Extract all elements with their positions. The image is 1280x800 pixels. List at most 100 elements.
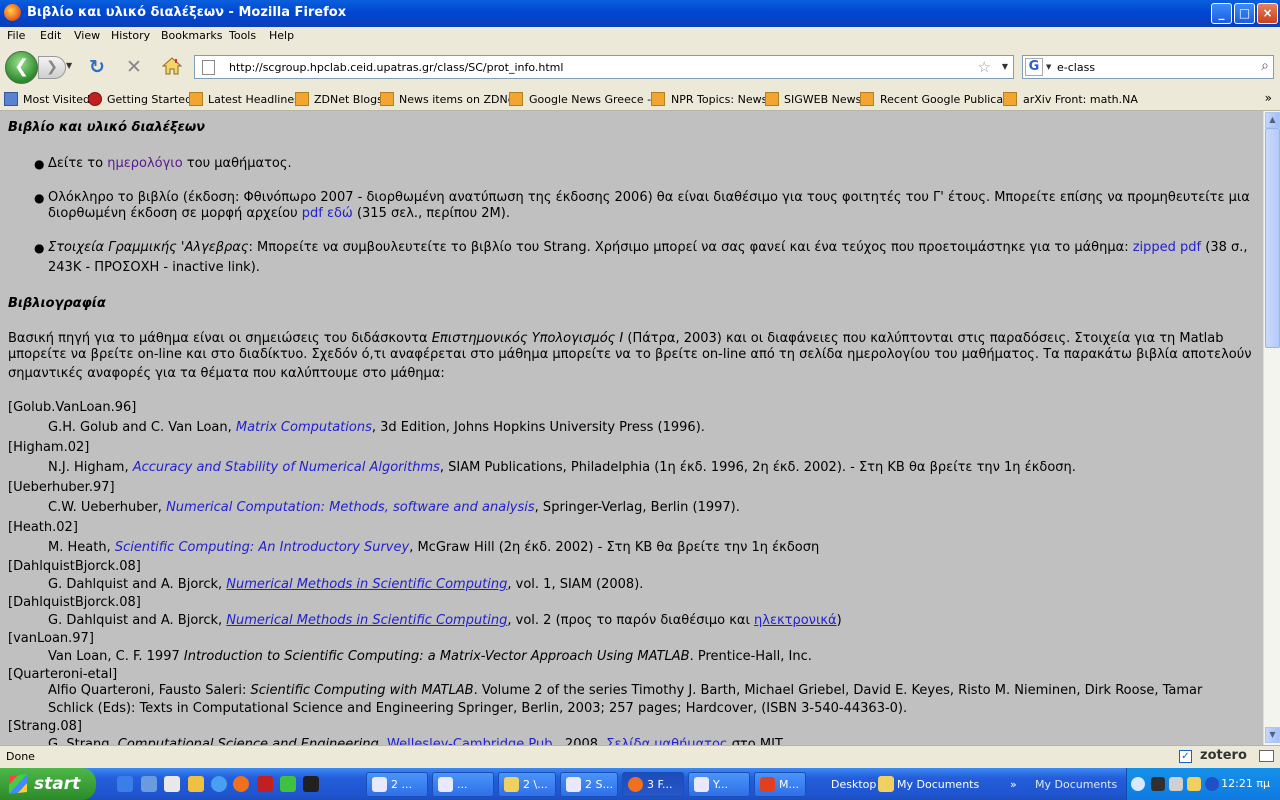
url-dropdown-icon[interactable]: ▼ [1002, 62, 1008, 71]
search-bar[interactable]: G ▼ e-class ⌕ [1022, 55, 1274, 79]
menu-tools[interactable]: Tools [229, 29, 256, 42]
search-text[interactable]: e-class [1057, 61, 1095, 74]
tray-icon[interactable] [1169, 777, 1183, 791]
scroll-thumb[interactable] [1265, 128, 1280, 348]
media-player-icon[interactable] [211, 776, 227, 792]
quicklaunch-icon[interactable] [164, 776, 180, 792]
ref-link[interactable]: Numerical Computation: Methods, software… [166, 500, 535, 515]
my-documents-toolbar-2[interactable]: My Documents [1035, 778, 1117, 791]
home-icon[interactable] [162, 57, 182, 75]
bookmark-most-visited[interactable]: Most Visited [23, 93, 90, 106]
url-bar[interactable]: http://scgroup.hpclab.ceid.upatras.gr/cl… [194, 55, 1014, 79]
zotero-button[interactable]: zotero [1200, 748, 1247, 763]
more-bookmarks-icon[interactable]: » [1265, 91, 1272, 105]
electronic-link[interactable]: ηλεκτρονικά [754, 613, 837, 628]
taskbar-group[interactable]: 2 \... [498, 772, 556, 797]
taskbar-firefox-group[interactable]: 3 F... [622, 772, 684, 797]
clock[interactable]: 12:21 πμ [1221, 777, 1270, 790]
tray-expand-icon[interactable] [1131, 777, 1145, 791]
scroll-up-icon[interactable]: ▲ [1265, 112, 1280, 128]
ref-link[interactable]: Numerical Methods in Scientific Computin… [226, 577, 507, 592]
back-button[interactable]: ❮ [5, 51, 38, 84]
menu-edit[interactable]: Edit [40, 29, 61, 42]
scroll-down-icon[interactable]: ▼ [1265, 727, 1280, 743]
start-button[interactable]: start [0, 768, 96, 800]
cmd-icon[interactable] [303, 776, 319, 792]
menu-history[interactable]: History [111, 29, 150, 42]
firefox-icon [4, 4, 21, 21]
bookmark-arxiv[interactable]: arXiv Front: math.NA [1023, 93, 1138, 106]
bookmark-google-publications[interactable]: Recent Google Publica... [880, 93, 1014, 106]
engine-dropdown-icon[interactable]: ▼ [1046, 63, 1051, 71]
bullet-book-line2: διορθωμένη έκδοση σε μορφή αρχείου pdf ε… [48, 206, 510, 221]
bookmark-getting-started[interactable]: Getting Started [107, 93, 192, 106]
ref-key: [DahlquistBjorck.08] [8, 595, 141, 610]
taskbar-item[interactable]: ... [432, 772, 494, 797]
bookmark-zdnet-blogs[interactable]: ZDNet Blogs [314, 93, 383, 106]
stop-icon[interactable]: ✕ [126, 56, 142, 78]
getting-started-icon [88, 92, 102, 106]
quicklaunch-icon[interactable] [188, 776, 204, 792]
bookmark-google-news-greece[interactable]: Google News Greece - ... [529, 93, 665, 106]
mail-icon[interactable] [1259, 750, 1274, 762]
checkbox-icon[interactable]: ✓ [1179, 750, 1192, 763]
rss-icon [189, 92, 203, 106]
search-icon[interactable]: ⌕ [1261, 58, 1269, 74]
taskbar-group[interactable]: 2 ... [366, 772, 428, 797]
google-icon[interactable]: G [1025, 58, 1043, 76]
page-icon [202, 60, 215, 75]
ref-key: [vanLoan.97] [8, 631, 94, 646]
url-text[interactable]: http://scgroup.hpclab.ceid.upatras.gr/cl… [229, 61, 563, 74]
title-bar: Βιβλίο και υλικό διαλέξεων - Mozilla Fir… [0, 0, 1280, 27]
taskbar-group[interactable]: 2 S... [560, 772, 618, 797]
close-button[interactable]: × [1257, 3, 1278, 24]
maximize-button[interactable]: □ [1234, 3, 1255, 24]
reload-icon[interactable]: ↻ [89, 56, 105, 78]
folder-icon [504, 777, 519, 792]
rss-icon [1003, 92, 1017, 106]
rss-icon [860, 92, 874, 106]
calendar-link[interactable]: ημερολόγιο [107, 156, 182, 171]
pdf-link[interactable]: pdf εδώ [302, 206, 353, 221]
bookmark-latest-headlines[interactable]: Latest Headlines [208, 93, 300, 106]
rss-icon [380, 92, 394, 106]
bookmark-zdnet-news[interactable]: News items on ZDNet [399, 93, 519, 106]
history-dropdown-icon[interactable]: ▼ [66, 61, 72, 70]
bookmark-npr-news[interactable]: NPR Topics: News [671, 93, 767, 106]
firefox-quicklaunch-icon[interactable] [233, 776, 249, 792]
ref-entry: Alfio Quarteroni, Fausto Saleri: Scienti… [48, 683, 1203, 698]
network-icon[interactable] [1151, 777, 1165, 791]
menu-file[interactable]: File [7, 29, 25, 42]
bluetooth-icon[interactable] [1205, 777, 1219, 791]
bookmark-star-icon[interactable]: ☆ [978, 58, 991, 76]
ref-entry: C.W. Ueberhuber, Numerical Computation: … [48, 500, 740, 515]
vertical-scrollbar[interactable]: ▲ ▼ [1263, 111, 1280, 745]
taskbar-item[interactable]: Y... [688, 772, 750, 797]
quicklaunch-icon[interactable] [141, 776, 157, 792]
bookmark-sigweb-news[interactable]: SIGWEB News [784, 93, 861, 106]
quicklaunch-icon[interactable] [280, 776, 296, 792]
my-documents-toolbar[interactable]: My Documents [897, 778, 979, 791]
tray-icon[interactable] [1187, 777, 1201, 791]
menu-help[interactable]: Help [269, 29, 294, 42]
forward-button[interactable]: ❯ [38, 56, 66, 79]
quicklaunch-icon[interactable] [257, 776, 273, 792]
minimize-button[interactable]: _ [1211, 3, 1232, 24]
ref-link[interactable]: Accuracy and Stability of Numerical Algo… [133, 460, 440, 475]
bullet: ● [34, 157, 45, 171]
desktop-toolbar[interactable]: Desktop [831, 778, 876, 791]
ref-link[interactable]: Scientific Computing: An Introductory Su… [115, 540, 409, 555]
ref-link[interactable]: Matrix Computations [236, 420, 372, 435]
ref-link[interactable]: Wellesley-Cambridge Pub. [387, 737, 557, 745]
zipped-pdf-link[interactable]: zipped pdf [1133, 240, 1201, 255]
task-icon [760, 777, 775, 792]
ref-link[interactable]: Numerical Methods in Scientific Computin… [226, 613, 507, 628]
ref-link[interactable]: Σελίδα μαθήματος [606, 737, 727, 745]
bullet-linear-algebra-line2: 243Κ - ΠΡΟΣΟΧΗ - inactive link). [48, 260, 260, 275]
taskbar-item[interactable]: M... [754, 772, 806, 797]
ie-icon[interactable] [117, 776, 133, 792]
menu-view[interactable]: View [74, 29, 100, 42]
more-toolbar-icon[interactable]: » [1010, 778, 1017, 791]
ref-entry: M. Heath, Scientific Computing: An Intro… [48, 540, 820, 555]
menu-bookmarks[interactable]: Bookmarks [161, 29, 222, 42]
